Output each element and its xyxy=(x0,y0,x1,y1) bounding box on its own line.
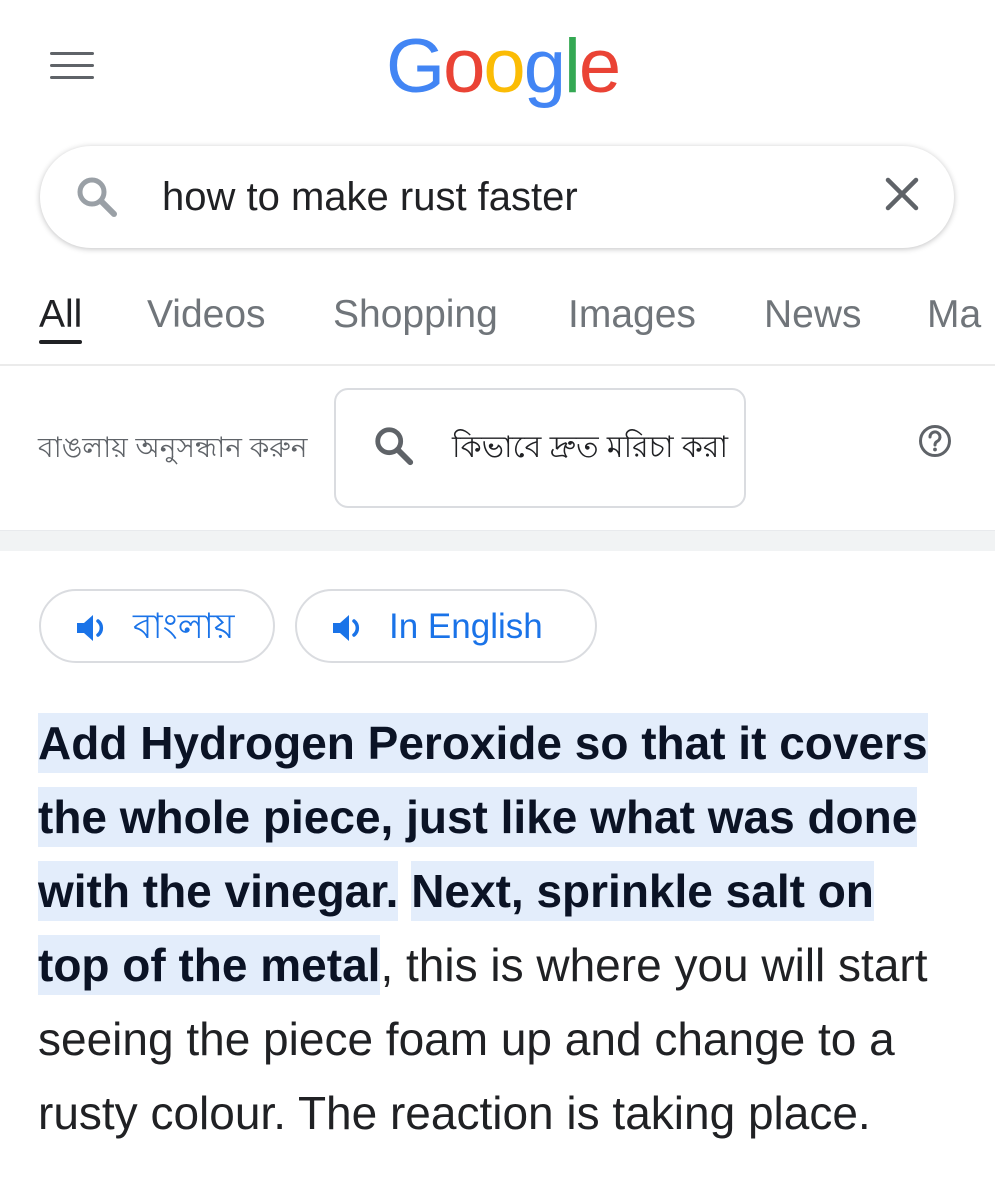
logo-letter: o xyxy=(483,24,525,109)
logo-letter: G xyxy=(386,24,445,109)
speaker-icon xyxy=(75,613,109,648)
translate-label: বাঙলায় অনুসন্ধান করুন xyxy=(38,432,308,463)
close-icon[interactable] xyxy=(882,174,922,219)
help-circle-icon[interactable] xyxy=(918,424,952,458)
google-logo[interactable]: Google xyxy=(386,22,621,112)
search-icon xyxy=(372,424,416,473)
bengali-query: কিভাবে দ্রুত মরিচা করা xyxy=(452,431,729,464)
translate-suggestion: বাঙলায় অনুসন্ধান করুন কিভাবে দ্রুত মরিচ… xyxy=(0,366,995,530)
logo-letter: o xyxy=(443,24,485,109)
listen-english-button[interactable]: In English xyxy=(295,589,597,663)
bengali-search-button[interactable]: কিভাবে দ্রুত মরিচা করা xyxy=(334,388,746,508)
listen-bengali-button[interactable]: বাংলায় xyxy=(39,589,275,663)
tab-images[interactable]: Images xyxy=(568,290,696,340)
tab-shopping[interactable]: Shopping xyxy=(333,290,498,340)
listen-english-label: In English xyxy=(389,607,543,646)
logo-letter: g xyxy=(523,24,566,109)
speaker-icon xyxy=(331,613,365,648)
search-input[interactable]: how to make rust faster xyxy=(162,172,578,222)
search-box[interactable]: how to make rust faster xyxy=(40,146,954,248)
tab-videos[interactable]: Videos xyxy=(147,290,266,340)
logo-letter: l xyxy=(563,24,581,109)
search-tabs: All Videos Shopping Images News Ma xyxy=(0,290,995,350)
tab-all[interactable]: All xyxy=(39,290,83,344)
section-separator xyxy=(0,530,995,551)
hamburger-menu-icon[interactable] xyxy=(50,52,94,80)
featured-snippet: Add Hydrogen Peroxide so that it covers … xyxy=(38,706,958,1150)
search-icon[interactable] xyxy=(74,174,120,225)
listen-bengali-label: বাংলায় xyxy=(133,607,235,646)
tab-maps[interactable]: Ma xyxy=(927,290,981,340)
logo-letter: e xyxy=(578,24,621,109)
tab-news[interactable]: News xyxy=(764,290,862,340)
